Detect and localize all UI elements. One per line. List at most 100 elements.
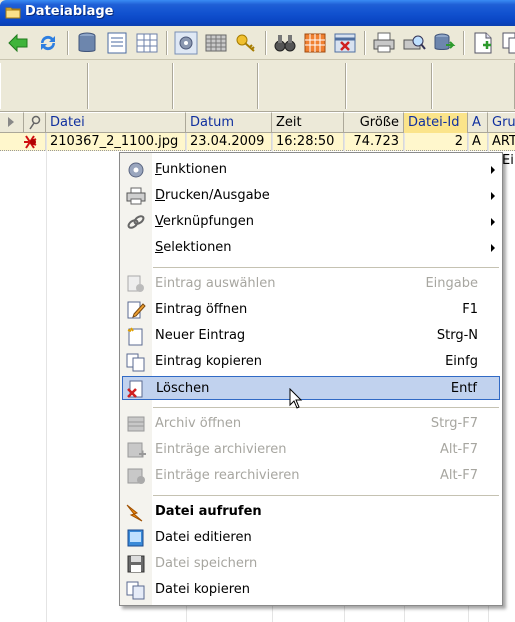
- cell-groesse: 74.723: [344, 133, 404, 151]
- column-header-a[interactable]: A: [468, 112, 488, 133]
- menu-item-label: Verknüpfungen: [155, 214, 255, 229]
- submenu-arrow-icon: [491, 192, 495, 200]
- submenu-arrow-icon: [491, 244, 495, 252]
- filter-panel[interactable]: [88, 63, 173, 109]
- menu-item-label: Einträge rearchivieren: [155, 468, 300, 483]
- context-menu: Funktionen Drucken/Ausgabe Verknüpfungen…: [119, 152, 503, 606]
- menu-item-label: Selektionen: [155, 240, 232, 255]
- settings-icon[interactable]: [173, 30, 199, 56]
- menu-item-eintrag-kopieren[interactable]: Eintrag kopieren Einfg: [122, 350, 500, 374]
- menu-item-shortcut: Strg-F7: [430, 416, 478, 431]
- column-header-datei-id[interactable]: Datei-Id: [404, 112, 468, 133]
- column-header-gruppe[interactable]: Gru: [488, 112, 515, 133]
- menu-item-loeschen[interactable]: Löschen Entf: [122, 376, 500, 400]
- menu-item-verknuepfungen[interactable]: Verknüpfungen: [122, 210, 500, 234]
- column-header-groesse[interactable]: Größe: [344, 112, 404, 133]
- menu-item-label: Funktionen: [155, 162, 227, 177]
- title-bar[interactable]: Dateiablage: [0, 0, 515, 26]
- key-icon[interactable]: [233, 30, 259, 56]
- cell-gruppe: ART: [492, 134, 515, 149]
- menu-item-eintrag-oeffnen[interactable]: Eintrag öffnen F1: [122, 298, 500, 322]
- edit-document-icon: [125, 300, 147, 320]
- printer-icon: [125, 186, 147, 206]
- menu-item-funktionen[interactable]: Funktionen: [122, 158, 500, 182]
- menu-separator: [153, 495, 499, 496]
- menu-separator: [153, 407, 499, 408]
- menu-item-eintraege-rearchivieren[interactable]: Einträge rearchivieren Alt-F7: [122, 464, 500, 488]
- menu-item-shortcut: Alt-F7: [439, 468, 478, 483]
- menu-item-shortcut: F1: [462, 302, 478, 317]
- menu-item-label: Einträge archivieren: [155, 442, 287, 457]
- column-header-datei[interactable]: Datei: [46, 112, 186, 133]
- print-icon[interactable]: [371, 30, 397, 56]
- menu-item-label: Eintrag kopieren: [155, 354, 263, 369]
- filter-panel[interactable]: [0, 63, 88, 109]
- gear-icon: [125, 160, 147, 180]
- filter-panel[interactable]: [346, 63, 432, 109]
- menu-item-shortcut: Einfg: [445, 354, 478, 369]
- grid-header: Datei Datum Zeit Größe Datei-Id A Gru: [0, 112, 515, 133]
- toolbar-separator: [265, 31, 267, 55]
- table-row[interactable]: 210367_2_1100.jpg 23.04.2009 16:28:50 74…: [0, 133, 515, 151]
- grid-line: [46, 133, 47, 622]
- new-document-icon[interactable]: [470, 30, 496, 56]
- menu-item-shortcut: Strg-N: [436, 328, 478, 343]
- menu-item-datei-editieren[interactable]: Datei editieren: [122, 526, 500, 550]
- toolbar-separator: [166, 31, 168, 55]
- menu-item-shortcut: Entf: [450, 381, 477, 396]
- menu-item-label: Eintrag auswählen: [155, 276, 276, 291]
- bug-icon: [0, 133, 46, 151]
- filter-panel[interactable]: [432, 63, 515, 109]
- menu-item-datei-speichern[interactable]: Datei speichern: [122, 552, 500, 576]
- menu-item-neuer-eintrag[interactable]: Neuer Eintrag Strg-N: [122, 324, 500, 348]
- cell-datum: 23.04.2009: [186, 133, 272, 151]
- app-window: Dateiablage Datei Datum Zeit Größe Datei…: [0, 0, 515, 622]
- menu-item-drucken[interactable]: Drucken/Ausgabe: [122, 184, 500, 208]
- filter-panel[interactable]: [258, 63, 346, 109]
- filter-panel[interactable]: [173, 63, 258, 109]
- list-grid-icon[interactable]: [203, 30, 229, 56]
- window-title: Dateiablage: [25, 4, 114, 19]
- menu-item-datei-aufrufen[interactable]: Datei aufrufen: [122, 500, 500, 524]
- column-header-datum[interactable]: Datum: [186, 112, 272, 133]
- calendar-delete-icon[interactable]: [332, 30, 358, 56]
- submenu-arrow-icon: [491, 166, 495, 174]
- print-preview-icon[interactable]: [401, 30, 427, 56]
- menu-item-label: Datei editieren: [155, 530, 252, 545]
- open-file-arrow-icon: [125, 502, 147, 522]
- row-indicator-header[interactable]: [0, 112, 24, 133]
- refresh-icon[interactable]: [35, 30, 61, 56]
- form-view-icon[interactable]: [104, 30, 130, 56]
- filter-panel-bar: [0, 60, 515, 112]
- menu-item-eintraege-archivieren[interactable]: Einträge archivieren Alt-F7: [122, 438, 500, 462]
- menu-item-shortcut: Eingabe: [425, 276, 478, 291]
- new-entry-icon: [125, 326, 147, 346]
- binoculars-icon[interactable]: [272, 30, 298, 56]
- archive-add-icon: [125, 440, 147, 460]
- menu-item-datei-kopieren[interactable]: Datei kopieren: [122, 578, 500, 602]
- menu-item-eintrag-auswaehlen[interactable]: Eintrag auswählen Eingabe: [122, 272, 500, 296]
- database-icon[interactable]: [74, 30, 100, 56]
- search-icon[interactable]: [24, 112, 46, 133]
- chain-link-icon: [125, 212, 147, 232]
- delete-icon: [126, 379, 148, 399]
- menu-item-selektionen[interactable]: Selektionen: [122, 236, 500, 260]
- archive-icon: [125, 414, 147, 434]
- back-arrow-icon[interactable]: [5, 30, 31, 56]
- menu-separator: [153, 267, 499, 268]
- copy-entry-icon: [125, 352, 147, 372]
- floppy-disk-icon: [125, 554, 147, 574]
- column-header-zeit[interactable]: Zeit: [272, 112, 344, 133]
- table-view-icon[interactable]: [134, 30, 160, 56]
- menu-item-label: Eintrag öffnen: [155, 302, 248, 317]
- cell-zeit: 16:28:50: [272, 133, 344, 151]
- toolbar-separator: [364, 31, 366, 55]
- copy-file-icon: [125, 580, 147, 600]
- copy-icon[interactable]: [500, 30, 515, 56]
- folder-icon: [5, 5, 21, 19]
- export-icon[interactable]: [431, 30, 457, 56]
- select-entry-icon: [125, 274, 147, 294]
- menu-item-archiv-oeffnen[interactable]: Archiv öffnen Strg-F7: [122, 412, 500, 436]
- calendar-icon[interactable]: [302, 30, 328, 56]
- menu-item-shortcut: Alt-F7: [439, 442, 478, 457]
